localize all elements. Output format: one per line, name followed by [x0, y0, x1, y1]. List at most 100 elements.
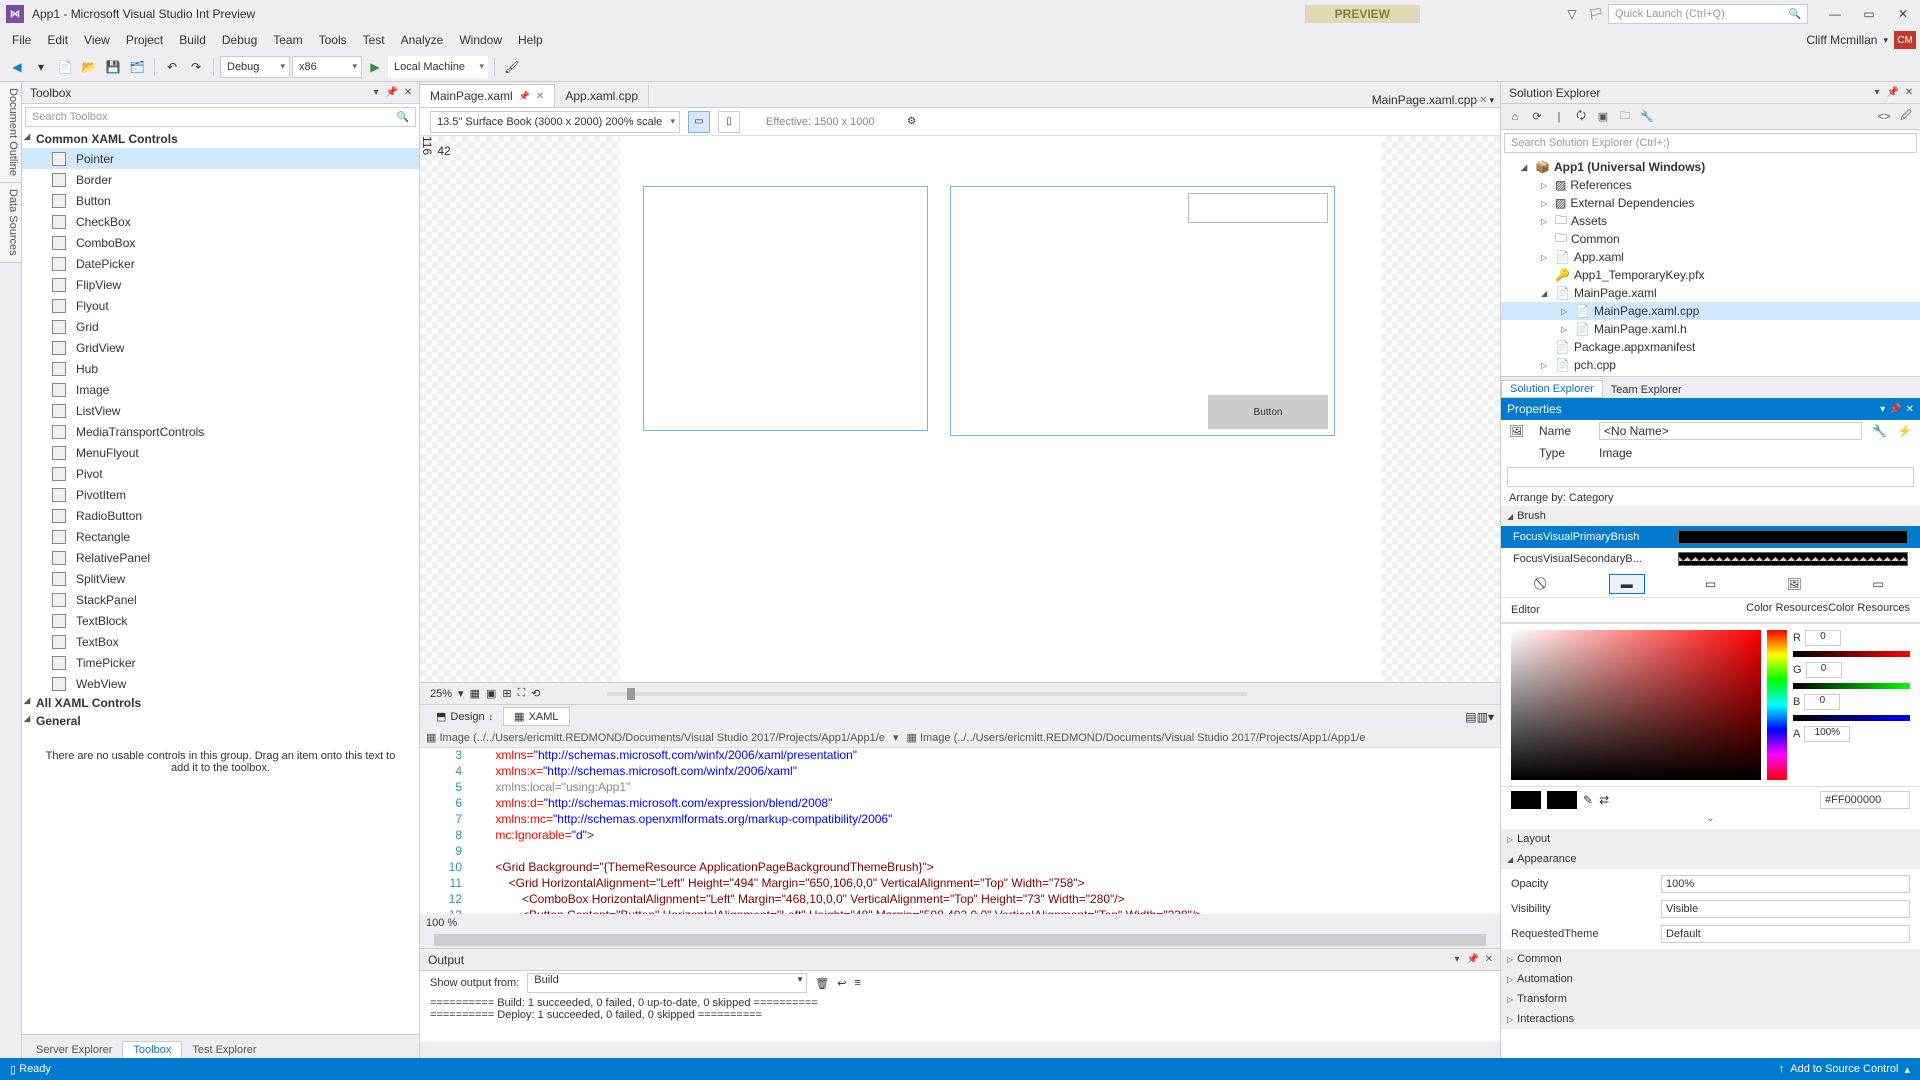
- sln-home-icon[interactable]: ⌂: [1505, 107, 1525, 127]
- toolbox-item-rectangle[interactable]: Rectangle: [22, 526, 419, 547]
- menu-file[interactable]: File: [4, 29, 39, 51]
- toolbox-item-hub[interactable]: Hub: [22, 358, 419, 379]
- panel-dropdown-icon[interactable]: ▾: [369, 86, 383, 100]
- sln-refresh-icon[interactable]: 🗘: [1571, 107, 1591, 127]
- refresh-icon[interactable]: ⟲: [531, 687, 540, 700]
- test-explorer-tab[interactable]: Test Explorer: [182, 1042, 266, 1058]
- new-button[interactable]: 📄: [54, 56, 76, 78]
- arrange-by[interactable]: Arrange by: Category: [1501, 490, 1920, 506]
- data-sources-tab[interactable]: Data Sources: [0, 183, 21, 263]
- toolbox-item-image[interactable]: Image: [22, 379, 419, 400]
- r-bar[interactable]: [1793, 651, 1910, 657]
- sln-pchcpp[interactable]: ▷📄pch.cpp: [1501, 356, 1920, 374]
- hue-slider[interactable]: [1767, 630, 1787, 780]
- sln-mainpage-h[interactable]: ▷📄MainPage.xaml.h: [1501, 320, 1920, 338]
- solution-explorer-tab[interactable]: Solution Explorer: [1501, 380, 1603, 398]
- toolbox-item-datepicker[interactable]: DatePicker: [22, 253, 419, 274]
- design-combobox[interactable]: [1188, 193, 1328, 223]
- cat-transform[interactable]: ▷Transform: [1501, 989, 1920, 1009]
- design-grid[interactable]: Button: [950, 186, 1335, 436]
- toolbox-item-stackpanel[interactable]: StackPanel: [22, 589, 419, 610]
- user-avatar[interactable]: CM: [1894, 31, 1916, 49]
- panel-dropdown-icon[interactable]: ▾: [1450, 953, 1464, 967]
- brush-tile[interactable]: 🖼: [1776, 574, 1812, 594]
- toolbox-item-border[interactable]: Border: [22, 169, 419, 190]
- run-target-combo[interactable]: Local Machine: [388, 56, 488, 78]
- menu-window[interactable]: Window: [451, 29, 510, 51]
- snapline-toggle-icon[interactable]: ⊞: [502, 687, 511, 700]
- panel-close-icon[interactable]: ✕: [401, 86, 415, 100]
- toolbox-group-general[interactable]: General: [22, 712, 419, 730]
- sln-code-icon[interactable]: <>: [1874, 107, 1894, 127]
- convert-icon[interactable]: ⇄: [1599, 793, 1609, 807]
- output-text[interactable]: ========== Build: 1 succeeded, 0 failed,…: [420, 995, 1500, 1042]
- brush-resource[interactable]: ▭: [1860, 574, 1896, 594]
- panel-pin-icon[interactable]: 📌: [1886, 86, 1900, 100]
- zoom-code[interactable]: 100 %: [426, 917, 457, 929]
- tabs-dropdown-icon[interactable]: ▾: [1489, 95, 1494, 106]
- add-source-control[interactable]: Add to Source Control: [1790, 1063, 1898, 1075]
- menu-build[interactable]: Build: [171, 29, 214, 51]
- b-input[interactable]: 0: [1804, 694, 1840, 710]
- colres-tab[interactable]: Color Resources: [1746, 602, 1828, 614]
- toolbox-item-gridview[interactable]: GridView: [22, 337, 419, 358]
- sln-mainpage-cpp[interactable]: ▷📄MainPage.xaml.cpp: [1501, 302, 1920, 320]
- open-button[interactable]: 📂: [78, 56, 100, 78]
- orientation-landscape[interactable]: ▭: [688, 111, 710, 133]
- output-from-combo[interactable]: Build: [527, 973, 807, 993]
- sln-props-icon[interactable]: 🔧: [1637, 107, 1657, 127]
- xaml-tab[interactable]: ▦XAML: [503, 707, 569, 726]
- toolbox-item-relativepanel[interactable]: RelativePanel: [22, 547, 419, 568]
- nav-fwd-button[interactable]: ▾: [30, 56, 52, 78]
- toolbox-group-all[interactable]: All XAML Controls: [22, 694, 419, 712]
- user-name[interactable]: Cliff Mcmillan: [1800, 33, 1883, 47]
- toolbox-tab[interactable]: Toolbox: [122, 1041, 182, 1058]
- toolbox-item-checkbox[interactable]: CheckBox: [22, 211, 419, 232]
- design-image-selection[interactable]: [643, 186, 928, 431]
- redo-button[interactable]: ↷: [185, 56, 207, 78]
- close-tab-icon[interactable]: ✕: [536, 91, 544, 102]
- menu-help[interactable]: Help: [510, 29, 551, 51]
- menu-edit[interactable]: Edit: [39, 29, 76, 51]
- toolbox-item-splitview[interactable]: SplitView: [22, 568, 419, 589]
- toolbox-item-webview[interactable]: WebView: [22, 673, 419, 694]
- sln-showall-icon[interactable]: 🗀: [1615, 107, 1635, 127]
- sln-mainpage[interactable]: ◢📄MainPage.xaml: [1501, 284, 1920, 302]
- output-indent-icon[interactable]: ≡: [854, 977, 860, 989]
- snap-toggle-icon[interactable]: ▣: [486, 687, 496, 700]
- panel-close-icon[interactable]: ✕: [1906, 404, 1914, 415]
- solution-search[interactable]: Search Solution Explorer (Ctrl+;): [1504, 133, 1917, 153]
- doc-tab-appxaml[interactable]: App.xaml.cpp: [555, 85, 649, 107]
- brush-none[interactable]: ⃠: [1525, 574, 1561, 594]
- server-explorer-tab[interactable]: Server Explorer: [26, 1042, 122, 1058]
- save-all-button[interactable]: 🗂: [126, 56, 148, 78]
- g-bar[interactable]: [1793, 683, 1910, 689]
- menu-team[interactable]: Team: [265, 29, 310, 51]
- sln-common[interactable]: 🗀Common: [1501, 230, 1920, 248]
- sln-root[interactable]: ◢📦App1 (Universal Windows): [1501, 158, 1920, 176]
- xaml-designer-canvas[interactable]: 116 42 Button: [420, 136, 1500, 682]
- panel-dropdown-icon[interactable]: ▾: [1880, 404, 1885, 415]
- code-crumb-2[interactable]: Image (../../Users/ericmitt.REDMOND/Docu…: [920, 732, 1365, 744]
- brush-primary[interactable]: FocusVisualPrimaryBrush: [1501, 526, 1920, 548]
- split-v-icon[interactable]: ▥: [1477, 710, 1488, 724]
- settings-icon[interactable]: ⚙: [901, 111, 923, 133]
- device-combo[interactable]: 13.5" Surface Book (3000 x 2000) 200% sc…: [430, 111, 680, 133]
- menu-test[interactable]: Test: [355, 29, 393, 51]
- sln-references[interactable]: ▷▨References: [1501, 176, 1920, 194]
- panel-close-icon[interactable]: ✕: [1902, 86, 1916, 100]
- menu-tools[interactable]: Tools: [311, 29, 355, 51]
- sln-extdeps[interactable]: ▷▨External Dependencies: [1501, 194, 1920, 212]
- feedback-icon[interactable]: 🏳: [1584, 7, 1608, 21]
- zoom-dropdown-icon[interactable]: ▾: [458, 687, 464, 700]
- design-button[interactable]: Button: [1208, 395, 1328, 429]
- save-button[interactable]: 💾: [102, 56, 124, 78]
- toolbox-item-flyout[interactable]: Flyout: [22, 295, 419, 316]
- prop-name-input[interactable]: <No Name>: [1599, 422, 1862, 440]
- menu-project[interactable]: Project: [118, 29, 171, 51]
- brush-secondary[interactable]: FocusVisualSecondaryB...: [1501, 548, 1920, 570]
- split-h-icon[interactable]: ▤: [1465, 710, 1476, 724]
- doc-tab-mainpage[interactable]: MainPage.xaml 📌 ✕: [420, 84, 555, 107]
- output-wrap-icon[interactable]: ↩: [837, 977, 846, 990]
- doc-outline-tab[interactable]: Document Outline: [0, 82, 21, 183]
